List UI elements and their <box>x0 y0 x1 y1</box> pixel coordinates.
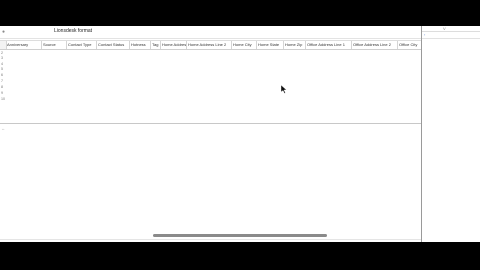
column-header-home-city[interactable]: Home City <box>232 41 257 49</box>
mouse-pointer-icon <box>281 85 287 94</box>
column-header-office-address-line-2[interactable]: Office Address Line 2 <box>352 41 398 49</box>
column-header-contact-type[interactable]: Contact Type <box>67 41 97 49</box>
collapse-arrow-icon[interactable]: ↔ <box>1 126 5 131</box>
side-panel-divider <box>422 31 480 32</box>
side-panel-divider <box>422 38 480 39</box>
side-panel: V ‹ <box>421 26 480 242</box>
spreadsheet-window: ● Lionsdesk format Anniversary Source Co… <box>0 26 421 242</box>
row-number[interactable]: 10 <box>1 97 6 102</box>
row-number[interactable]: 6 <box>1 73 6 78</box>
bottom-border <box>0 239 421 240</box>
row-number[interactable]: 9 <box>1 91 6 96</box>
column-header-office-address-line-1[interactable]: Office Address Line 1 <box>306 41 352 49</box>
column-header-contact-status[interactable]: Contact Status <box>97 41 130 49</box>
row-number[interactable]: 8 <box>1 85 6 90</box>
spreadsheet-grid: Anniversary Source Contact Type Contact … <box>0 40 421 125</box>
horizontal-scrollbar[interactable] <box>0 233 421 238</box>
window-titlebar: ● Lionsdesk format <box>0 26 421 39</box>
window-control-icon[interactable]: ● <box>2 29 5 35</box>
column-header-row: Anniversary Source Contact Type Contact … <box>0 41 421 50</box>
column-header-anniversary[interactable]: Anniversary <box>6 41 42 49</box>
row-number[interactable]: 3 <box>1 56 6 61</box>
column-header-source[interactable]: Source <box>42 41 67 49</box>
row-number[interactable]: 7 <box>1 79 6 84</box>
column-header-home-address[interactable]: Home Address <box>161 41 187 49</box>
scrollbar-thumb[interactable] <box>153 234 327 237</box>
column-header-tag[interactable]: Tag <box>151 41 161 49</box>
column-header-hotness[interactable]: Hotness <box>130 41 151 49</box>
window-title: Lionsdesk format <box>54 28 93 34</box>
column-header-home-zip[interactable]: Home Zip <box>284 41 306 49</box>
side-panel-arrow-icon[interactable]: ‹ <box>424 32 425 37</box>
pane-divider[interactable] <box>0 123 421 124</box>
column-header-office-city[interactable]: Office City <box>398 41 421 49</box>
row-number[interactable]: 5 <box>1 67 6 72</box>
column-header-home-address-line-2[interactable]: Home Address Line 2 <box>187 41 232 49</box>
column-header-home-state[interactable]: Home State <box>257 41 284 49</box>
row-number-column: 2 3 4 5 6 7 8 9 10 <box>0 50 6 125</box>
